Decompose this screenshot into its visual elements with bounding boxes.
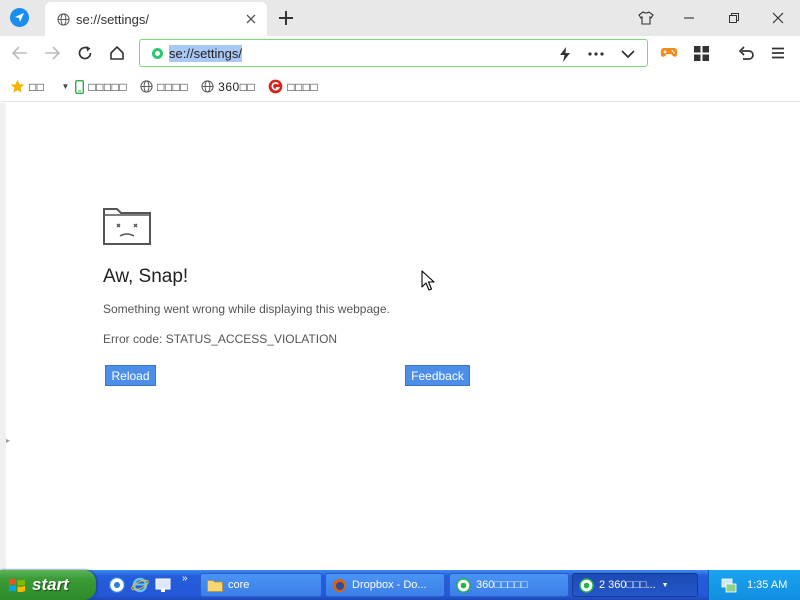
- apps-grid-icon[interactable]: [690, 42, 712, 64]
- windows-flag-icon: [9, 578, 25, 592]
- quicklaunch-chevron-icon[interactable]: »: [182, 573, 188, 584]
- tab-title: se://settings/: [76, 11, 149, 27]
- 360-safe-icon[interactable]: [108, 576, 126, 594]
- restore-icon[interactable]: [722, 6, 746, 30]
- close-tab-icon[interactable]: [243, 11, 259, 27]
- close-window-icon[interactable]: [766, 6, 790, 30]
- system-tray: 1:35 AM: [708, 570, 800, 600]
- star-icon: [10, 79, 25, 93]
- globe-icon: [57, 12, 70, 26]
- feedback-button[interactable]: Feedback: [405, 365, 470, 386]
- chevron-down-icon[interactable]: [618, 44, 638, 64]
- bookmark-site-1[interactable]: □□□□: [140, 80, 188, 94]
- taskbar: start » core Dropbox - Do... 360□□□□□ 2 …: [0, 570, 800, 600]
- sidebar-expand-icon[interactable]: ▸: [6, 436, 10, 445]
- firefox-icon: [332, 578, 347, 592]
- skin-shirt-icon[interactable]: [634, 6, 658, 30]
- internet-explorer-icon[interactable]: [131, 576, 149, 594]
- navigation-bar: se://settings/: [0, 36, 800, 70]
- bookmark-bar: □□ ▼ □□□□□ □□□□ 360□□ □□□□: [0, 72, 800, 102]
- folder-icon: [207, 579, 223, 592]
- menu-icon[interactable]: [767, 42, 789, 64]
- error-message: Something went wrong while displaying th…: [103, 302, 390, 316]
- phone-icon: [75, 79, 85, 94]
- globe-icon: [140, 80, 153, 93]
- new-tab-icon[interactable]: [277, 9, 295, 27]
- lightning-icon[interactable]: [555, 44, 575, 64]
- bookmark-game-center[interactable]: □□□□: [268, 79, 318, 94]
- tab-strip: se://settings/: [0, 0, 800, 36]
- bookmark-site-360[interactable]: 360□□: [201, 80, 255, 94]
- undo-icon[interactable]: [735, 42, 757, 64]
- bookmark-mobile[interactable]: □□□□□: [75, 80, 127, 94]
- group-dropdown-icon: ▼: [661, 581, 669, 589]
- reload-icon[interactable]: [74, 42, 96, 64]
- start-button[interactable]: start: [0, 570, 96, 600]
- address-bar[interactable]: se://settings/: [139, 39, 648, 67]
- back-arrow-icon[interactable]: [9, 42, 31, 64]
- 360-browser-icon: [579, 577, 594, 593]
- reload-button[interactable]: Reload: [105, 365, 156, 386]
- taskbar-item-360-browser-group[interactable]: 2 360□□□... ▼: [572, 573, 698, 597]
- sad-folder-icon: [103, 208, 151, 245]
- browser-logo-icon[interactable]: [10, 8, 29, 27]
- secure-shield-icon: [152, 47, 163, 59]
- minimize-icon[interactable]: [677, 6, 701, 30]
- taskbar-item-dropbox[interactable]: Dropbox - Do...: [325, 573, 445, 597]
- dropdown-arrow-icon[interactable]: ▼: [62, 82, 70, 91]
- bookmark-favorites[interactable]: □□: [10, 79, 45, 94]
- game-center-icon: [268, 79, 283, 94]
- mouse-cursor-icon: [421, 270, 435, 291]
- url-text[interactable]: se://settings/: [169, 44, 242, 62]
- globe-icon: [201, 80, 214, 93]
- taskbar-item-core[interactable]: core: [200, 573, 322, 597]
- home-icon[interactable]: [106, 42, 128, 64]
- taskbar-item-360-browser[interactable]: 360□□□□□: [449, 573, 569, 597]
- forward-arrow-icon[interactable]: [41, 42, 63, 64]
- show-desktop-icon[interactable]: [154, 576, 172, 594]
- error-title: Aw, Snap!: [103, 266, 189, 287]
- network-icon[interactable]: [721, 578, 737, 593]
- tab-settings[interactable]: se://settings/: [45, 2, 267, 36]
- 360-browser-icon: [456, 577, 471, 593]
- more-icon[interactable]: [586, 44, 606, 64]
- clock[interactable]: 1:35 AM: [747, 579, 787, 591]
- error-code: Error code: STATUS_ACCESS_VIOLATION: [103, 332, 338, 346]
- game-controller-icon[interactable]: [658, 42, 680, 64]
